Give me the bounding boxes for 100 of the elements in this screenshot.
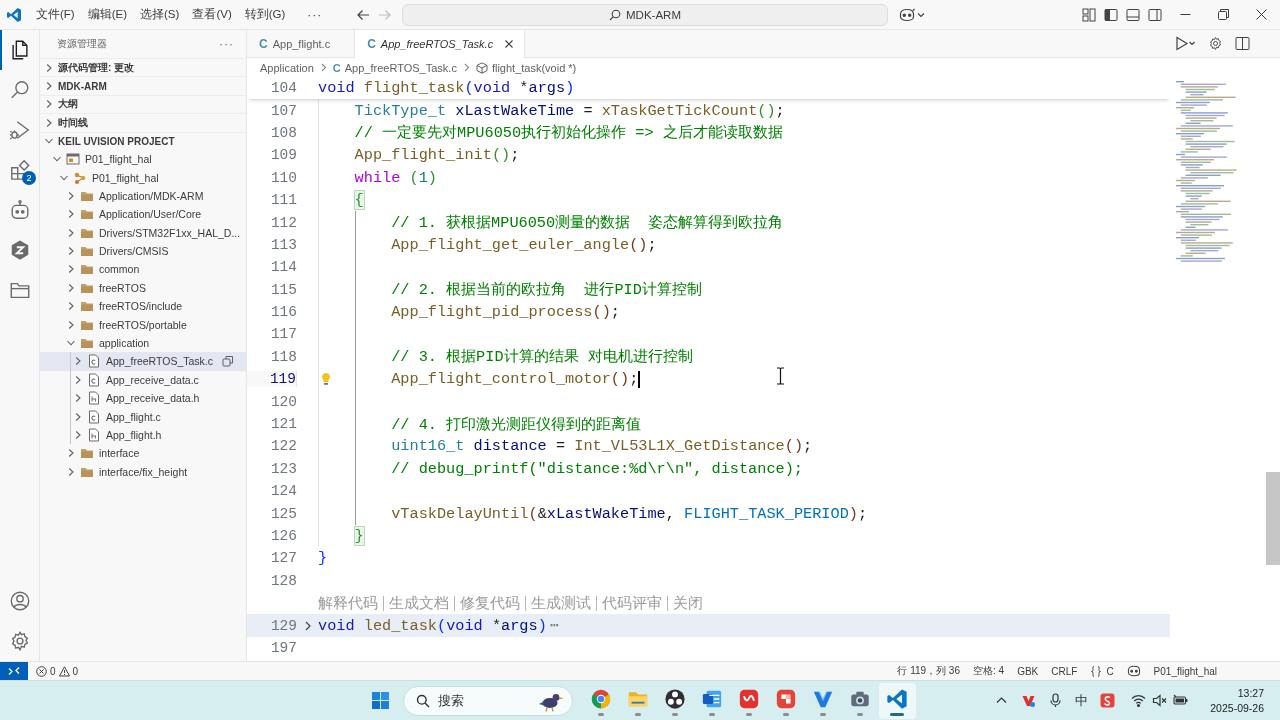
tree-item[interactable]: P01_flight_hal <box>40 149 246 169</box>
editor-tab[interactable]: C App_freeRTOS_Task.c <box>355 30 526 58</box>
c-file-icon <box>87 354 101 369</box>
browser-icon <box>590 688 612 710</box>
clock-date[interactable]: 2025-09-26 <box>1210 700 1264 715</box>
remote-button[interactable] <box>0 662 28 680</box>
tree-item[interactable]: Drivers/CMSIS <box>40 241 246 261</box>
line-number: 120 <box>269 393 297 410</box>
menu-item[interactable]: 选择(S) <box>140 7 180 22</box>
line-number: 109 <box>269 147 297 164</box>
line-number: 107 <box>269 102 297 119</box>
layout-icon[interactable] <box>1082 7 1096 22</box>
split-editor-icon[interactable] <box>1235 36 1250 51</box>
folder-icon <box>80 262 94 277</box>
account-icon[interactable] <box>8 590 31 612</box>
language-mode[interactable]: C <box>1090 665 1114 677</box>
v-shape-tray-icon[interactable] <box>1021 693 1037 708</box>
tree-item[interactable]: Drivers/STM32F1xx_HAL_D... <box>40 223 246 242</box>
secondary-sidebar-toggle-icon[interactable] <box>1148 7 1162 22</box>
menu-item[interactable]: 转到(G) <box>244 7 286 22</box>
lightbulb-icon[interactable] <box>320 372 332 387</box>
breadcrumb-item[interactable]: Application <box>260 61 314 74</box>
s-logo-icon[interactable] <box>1100 693 1116 708</box>
c-file-icon <box>87 409 101 424</box>
tree-item[interactable]: freeRTOS/portable <box>40 315 246 334</box>
folded-ellipsis[interactable]: ⋯ <box>549 616 559 636</box>
command-center-search[interactable]: MDK-ARM <box>402 3 888 26</box>
line-ending-setting[interactable]: CRLF <box>1051 665 1078 677</box>
tree-item[interactable]: interface/fix_height <box>40 462 246 481</box>
breadcrumb-item[interactable]: C App_freeRTOS_Task.c <box>332 61 457 74</box>
search-icon[interactable] <box>8 79 31 101</box>
close-icon[interactable] <box>1255 9 1267 20</box>
warning-icon <box>58 665 70 677</box>
tree-item[interactable]: Application/MDK-ARM <box>40 186 246 206</box>
back-arrow-icon[interactable] <box>356 7 370 22</box>
panel-toggle-icon[interactable] <box>1126 7 1140 22</box>
line-number: 128 <box>269 572 297 589</box>
scrollbar-thumb[interactable] <box>1266 472 1280 565</box>
tree-item[interactable]: Application/User/Core <box>40 205 246 224</box>
code-line: // 4. 打印激光测距仪得到的距离值 <box>391 414 642 435</box>
line-number: 197 <box>269 639 297 656</box>
tree-item[interactable]: common <box>40 260 246 279</box>
tree-item[interactable]: App_receive_data.c <box>40 370 246 390</box>
project-indicator[interactable]: P01_flight_hal <box>1153 665 1217 677</box>
h-file-icon <box>87 391 101 406</box>
ibeam-pointer-icon <box>776 367 785 385</box>
settings-icon[interactable] <box>1208 36 1223 51</box>
encoding-setting[interactable]: GBK <box>1017 665 1039 677</box>
tree-item[interactable]: interface <box>40 444 246 463</box>
code-line: // debug_printf("distance:%d\r\n", distance); <box>391 459 803 478</box>
chevron-down-icon[interactable] <box>917 10 925 19</box>
folder-icon <box>80 336 94 351</box>
robot-face-icon[interactable] <box>1126 665 1141 677</box>
more-menu-button[interactable]: ··· <box>307 7 323 22</box>
clock-time[interactable]: 13:27 <box>1237 686 1264 701</box>
tree-item[interactable]: application <box>40 333 246 353</box>
tree-item[interactable]: P01_flight_hal <box>40 168 246 187</box>
folder-icon <box>80 299 94 314</box>
cursor-position[interactable]: 行 119，列 36 <box>897 664 960 678</box>
tree-item[interactable]: App_receive_data.h <box>40 389 246 408</box>
more-actions-button[interactable]: ··· <box>219 37 234 51</box>
section-header[interactable]: 时间线 <box>40 113 246 132</box>
split-squares-icon[interactable] <box>222 355 234 368</box>
line-number: 125 <box>269 505 297 522</box>
section-header[interactable]: KEIL UVISION PROJECT <box>40 131 246 150</box>
line-number: 116 <box>269 304 297 321</box>
tree-item[interactable]: App_flight.h <box>40 425 246 445</box>
breadcrumb-item[interactable]: flight_task(void *) <box>475 61 577 74</box>
document-icon <box>701 688 723 710</box>
four-panes-logo-icon[interactable] <box>372 692 389 709</box>
robot-face-icon[interactable] <box>899 7 915 22</box>
play-dropdown-icon[interactable] <box>1175 36 1196 51</box>
code-line: // 3. 根据PID计算的结果 对电机进行控制 <box>391 347 693 368</box>
code-line: TickType_t xLastWakeTime = xTaskGetTickCount(); <box>354 101 785 120</box>
problems-button[interactable]: 0 0 <box>36 665 79 677</box>
wave-tile-icon <box>738 688 760 710</box>
input-mode-indicator[interactable]: 中 <box>1075 693 1089 708</box>
muted-speaker-icon[interactable] <box>1152 693 1168 708</box>
tree-item[interactable]: freeRTOS/include <box>40 297 246 316</box>
menu-item[interactable]: 查看(V) <box>192 7 232 22</box>
tree-item[interactable]: App_flight.c <box>40 407 246 426</box>
tree-item[interactable]: App_freeRTOS_Task.c <box>40 352 246 371</box>
section-header[interactable]: 源代码管理: 更改 <box>40 58 246 77</box>
tree-item[interactable]: freeRTOS <box>40 278 246 298</box>
wifi-icon[interactable] <box>1131 693 1147 708</box>
menu-item[interactable]: 文件(F) <box>36 7 75 22</box>
run-debug-icon[interactable] <box>8 119 31 141</box>
section-header[interactable]: MDK-ARM <box>40 76 246 95</box>
line-number: 113 <box>269 236 297 253</box>
cube-icon <box>475 61 488 74</box>
code-line: while (1) <box>354 168 437 187</box>
sidebar-toggle-icon[interactable] <box>1104 7 1118 22</box>
restore-icon[interactable] <box>1217 9 1229 20</box>
line-number: 123 <box>269 460 297 477</box>
menu-item[interactable]: 编辑(E) <box>87 7 128 22</box>
extensions-icon[interactable] <box>8 159 31 181</box>
line-number: 114 <box>269 259 297 276</box>
section-header[interactable]: 大纲 <box>40 94 246 114</box>
indentation-setting[interactable]: 空格: 4 <box>973 664 1005 678</box>
battery-charging-icon[interactable] <box>1173 693 1189 708</box>
